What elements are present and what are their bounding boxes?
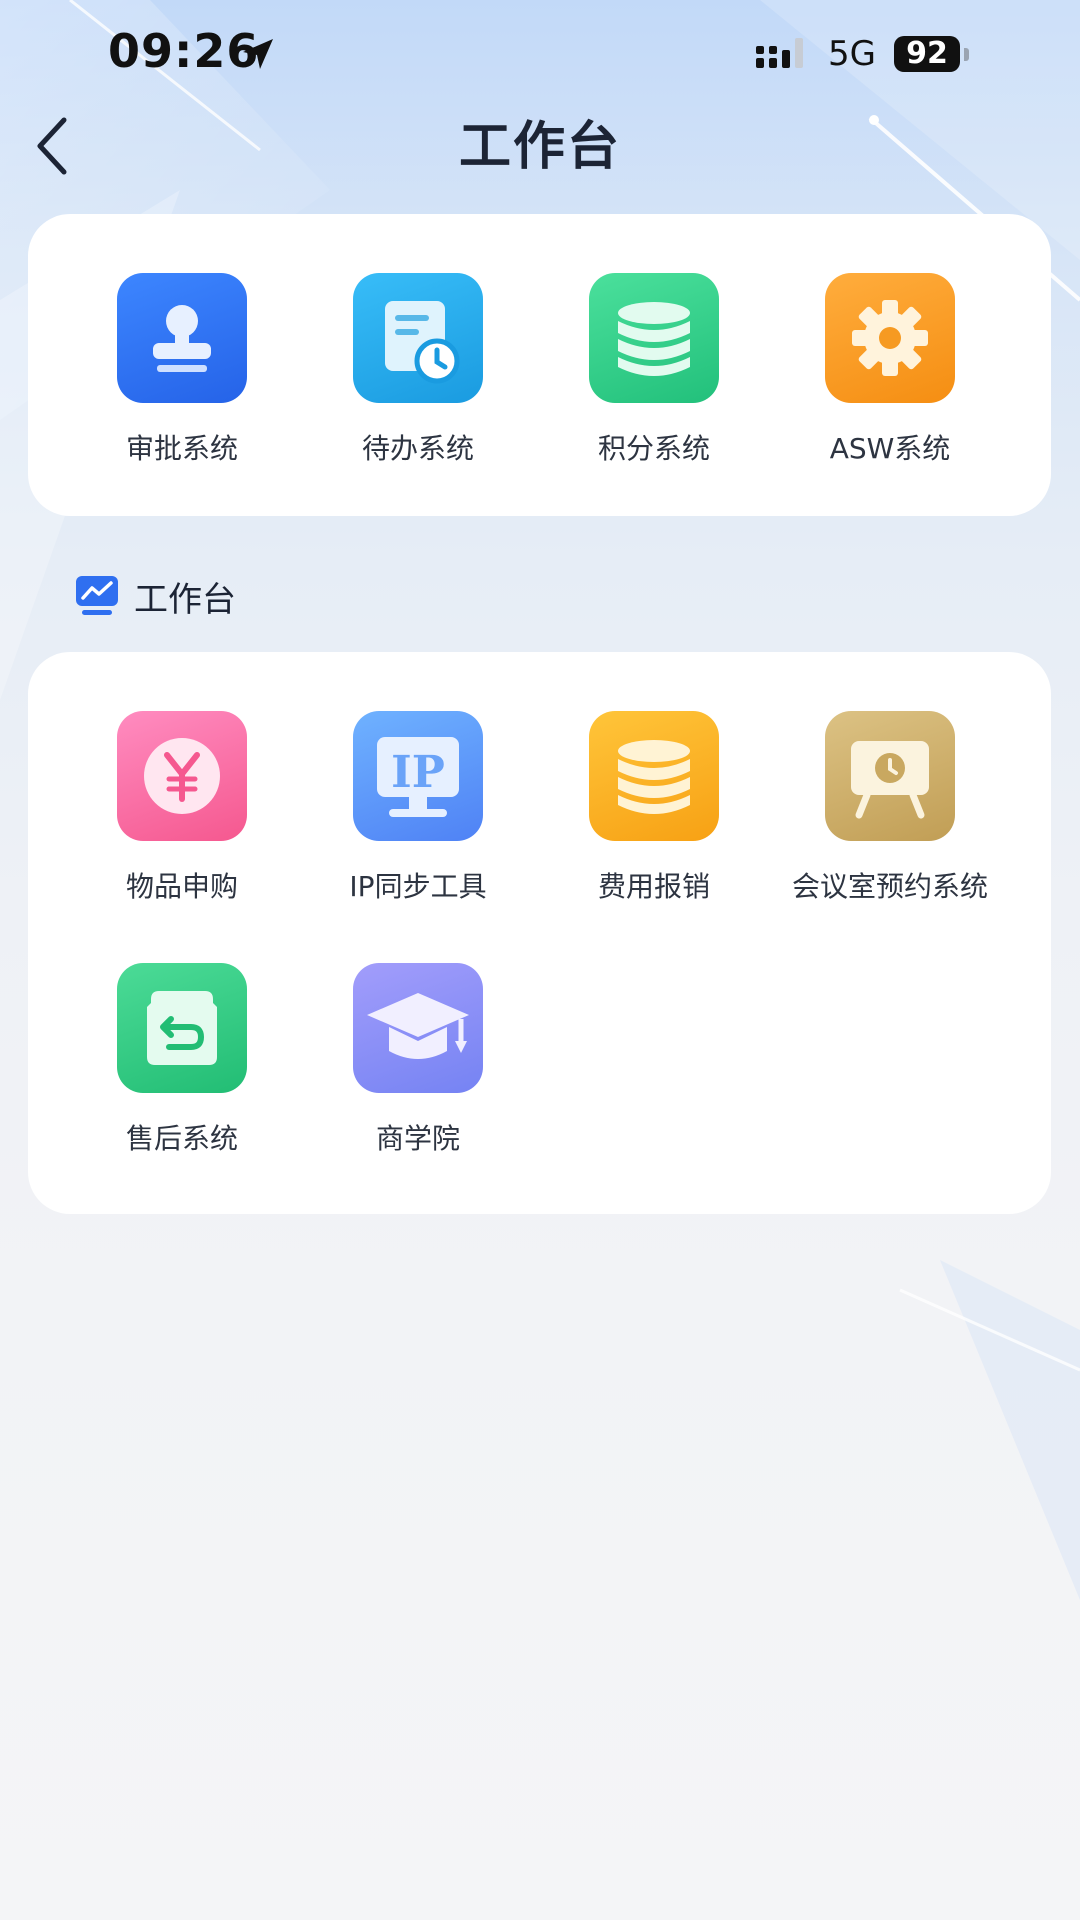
app-label: 待办系统	[361, 432, 474, 465]
app-after-sales-system[interactable]: 售后系统	[64, 963, 300, 1157]
page-title: 工作台	[458, 117, 621, 177]
app-label: 商学院	[375, 1122, 460, 1155]
app-label: 审批系统	[125, 432, 238, 465]
presentation-board-icon	[825, 711, 955, 841]
coin-stack-icon	[589, 711, 719, 841]
app-label: ASW系统	[829, 432, 951, 465]
app-ip-sync-tool[interactable]: IP IP同步工具	[300, 711, 536, 905]
location-arrow-icon	[243, 39, 273, 69]
app-todo-system[interactable]: 待办系统	[300, 273, 536, 467]
app-label: IP同步工具	[349, 870, 487, 903]
app-asw-system[interactable]: ASW系统	[772, 273, 1008, 467]
status-time: 09:26	[108, 24, 260, 78]
app-expense-reimbursement[interactable]: 费用报销	[536, 711, 772, 905]
app-label: 物品申购	[125, 870, 238, 903]
stamp-icon	[117, 273, 247, 403]
app-label: 售后系统	[125, 1122, 238, 1155]
app-label: 费用报销	[597, 870, 710, 903]
quick-apps-card: 审批系统 待办系统 积分系统 ASW系统	[28, 214, 1051, 516]
battery-tip	[964, 48, 969, 61]
app-item-purchase[interactable]: 物品申购	[64, 711, 300, 905]
svg-text:IP: IP	[391, 747, 445, 798]
database-icon	[589, 273, 719, 403]
return-box-icon	[117, 963, 247, 1093]
graduation-cap-icon	[353, 963, 483, 1093]
app-business-school[interactable]: 商学院	[300, 963, 536, 1157]
document-clock-icon	[353, 273, 483, 403]
app-points-system[interactable]: 积分系统	[536, 273, 772, 467]
chart-monitor-icon	[76, 576, 118, 615]
app-approval-system[interactable]: 审批系统	[64, 273, 300, 467]
section-title: 工作台	[134, 580, 236, 620]
work-apps-card: 物品申购 IP IP同步工具 费用报销 会议室预约系统 售后系统 商学院	[28, 652, 1051, 1214]
yen-coin-icon	[117, 711, 247, 841]
app-label: 积分系统	[597, 432, 710, 465]
battery-level: 92	[894, 36, 960, 72]
ip-monitor-icon: IP	[353, 711, 483, 841]
app-label: 会议室预约系统	[791, 870, 988, 903]
signal-icon	[756, 38, 803, 68]
app-meeting-room-booking[interactable]: 会议室预约系统	[772, 711, 1008, 905]
network-type: 5G	[828, 34, 876, 74]
gear-icon	[825, 273, 955, 403]
status-bar: 09:26 5G 92	[0, 0, 1080, 110]
